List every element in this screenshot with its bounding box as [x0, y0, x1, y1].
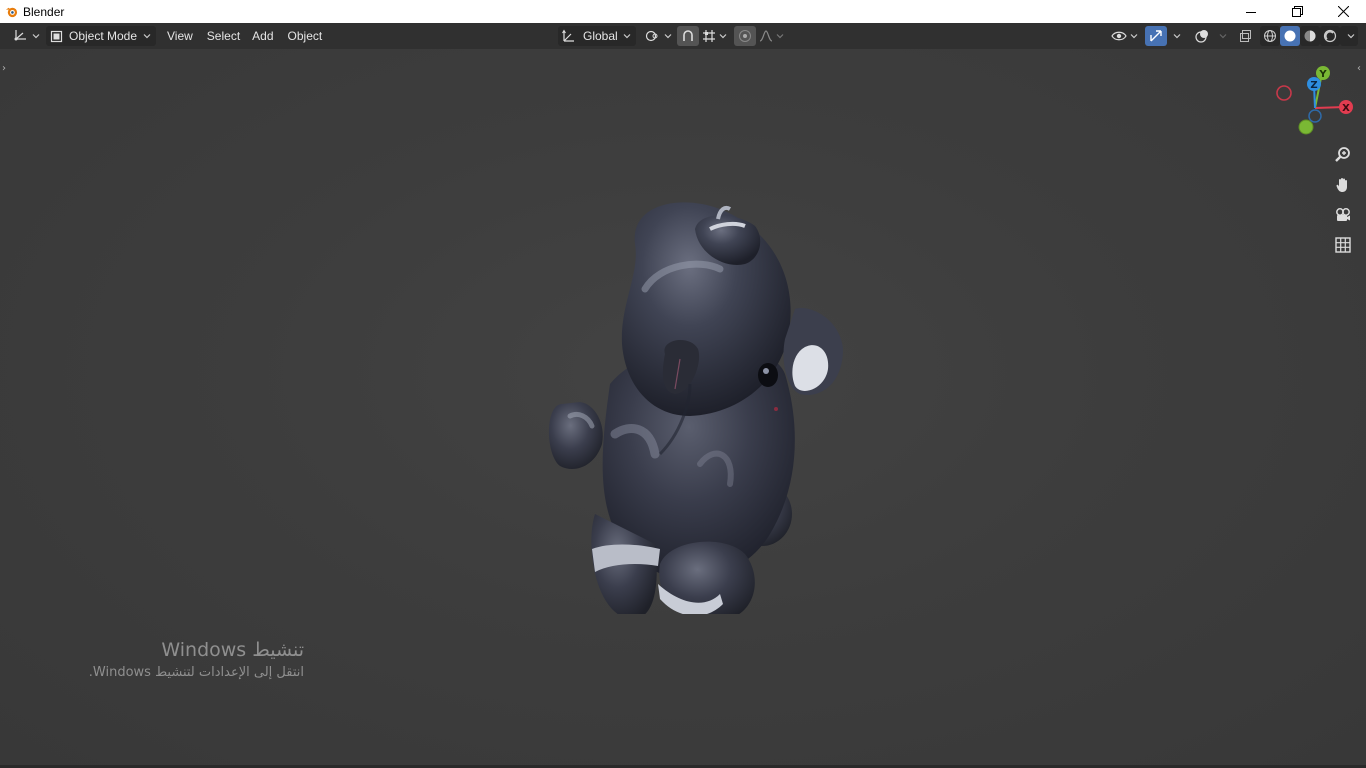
toolbar-expand-icon[interactable]: ›: [2, 63, 6, 74]
chevron-down-icon: [719, 34, 726, 39]
proportional-falloff-button[interactable]: [756, 26, 786, 46]
title-bar: Blender: [0, 0, 1366, 23]
object-mode-icon: [50, 30, 63, 43]
chevron-down-icon: [1347, 34, 1354, 39]
chevron-down-icon: [1173, 34, 1180, 39]
gizmo-y-label: Y: [1318, 69, 1327, 80]
menu-object[interactable]: Object: [283, 26, 328, 46]
zoom-button[interactable]: [1330, 142, 1356, 168]
watermark-title: تنشيط Windows: [161, 639, 304, 661]
gizmo-toggle[interactable]: [1145, 26, 1167, 46]
menu-view[interactable]: View: [162, 26, 198, 46]
shading-dropdown[interactable]: [1340, 26, 1358, 46]
teddy-bear-mesh[interactable]: [540, 154, 860, 614]
solid-shading-button[interactable]: [1280, 26, 1300, 46]
transform-orientation-dropdown[interactable]: Global: [558, 26, 636, 46]
windows-activation-watermark: تنشيط Windows انتقل إلى الإعدادات لتنشيط…: [89, 637, 304, 683]
viewport-header: Object Mode View Select Add Object Globa…: [0, 23, 1366, 49]
chevron-down-icon: [143, 34, 151, 39]
overlays-dropdown[interactable]: [1213, 26, 1229, 46]
minimize-icon[interactable]: [1228, 0, 1274, 23]
visibility-icon: [1110, 29, 1127, 43]
rendered-shading-icon: [1323, 29, 1337, 43]
xray-toggle[interactable]: [1234, 26, 1256, 46]
wireframe-shading-button[interactable]: [1260, 26, 1280, 46]
orientation-label: Global: [583, 29, 618, 43]
menu-select[interactable]: Select: [202, 26, 245, 46]
ortho-grid-icon: [1334, 236, 1352, 254]
window-title: Blender: [23, 4, 65, 19]
chevron-down-icon: [623, 34, 631, 39]
proportional-editing-toggle[interactable]: [734, 26, 756, 46]
snap-target-button[interactable]: [699, 26, 729, 46]
snap-grid-icon: [702, 29, 716, 43]
gizmo-icon: [1149, 29, 1163, 43]
pivot-point-icon: [645, 29, 661, 43]
mode-label: Object Mode: [69, 29, 138, 43]
overlays-toggle[interactable]: [1191, 26, 1213, 46]
zoom-icon: [1334, 146, 1352, 164]
wireframe-shading-icon: [1263, 29, 1277, 43]
chevron-down-icon: [32, 34, 40, 39]
mode-dropdown[interactable]: Object Mode: [46, 26, 156, 46]
overlays-icon: [1194, 29, 1210, 43]
camera-view-button[interactable]: [1330, 202, 1356, 228]
xray-icon: [1238, 29, 1252, 43]
chevron-down-icon: [1219, 34, 1226, 39]
blender-logo-icon: [4, 5, 18, 19]
chevron-down-icon: [1130, 34, 1137, 39]
pan-button[interactable]: [1330, 172, 1356, 198]
falloff-curve-icon: [759, 29, 773, 43]
pivot-point-button[interactable]: [644, 26, 672, 46]
proportional-editing-icon: [738, 29, 752, 43]
menu-add[interactable]: Add: [247, 26, 278, 46]
visibility-button[interactable]: [1108, 26, 1140, 46]
watermark-subtitle: انتقل إلى الإعدادات لتنشيط Windows.: [88, 665, 304, 680]
orientation-icon: [562, 29, 576, 43]
material-shading-icon: [1303, 29, 1317, 43]
pan-hand-icon: [1334, 176, 1352, 194]
chevron-down-icon: [776, 34, 783, 39]
material-shading-button[interactable]: [1300, 26, 1320, 46]
navigation-gizmo[interactable]: X Y Z: [1270, 63, 1360, 139]
gizmo-x-label: X: [1342, 103, 1350, 114]
close-icon[interactable]: [1320, 0, 1366, 23]
gizmo-z-label: Z: [1310, 80, 1317, 91]
rendered-shading-button[interactable]: [1320, 26, 1340, 46]
restore-icon[interactable]: [1274, 0, 1320, 23]
snap-toggle[interactable]: [677, 26, 699, 46]
3d-viewport-icon: [13, 28, 29, 45]
snap-icon: [681, 29, 695, 43]
camera-view-icon: [1334, 206, 1352, 224]
chevron-down-icon: [664, 34, 671, 39]
gizmo-dropdown[interactable]: [1167, 26, 1183, 46]
ortho-toggle-button[interactable]: [1330, 232, 1356, 258]
editor-type-button[interactable]: [8, 26, 45, 46]
solid-shading-icon: [1283, 29, 1297, 43]
